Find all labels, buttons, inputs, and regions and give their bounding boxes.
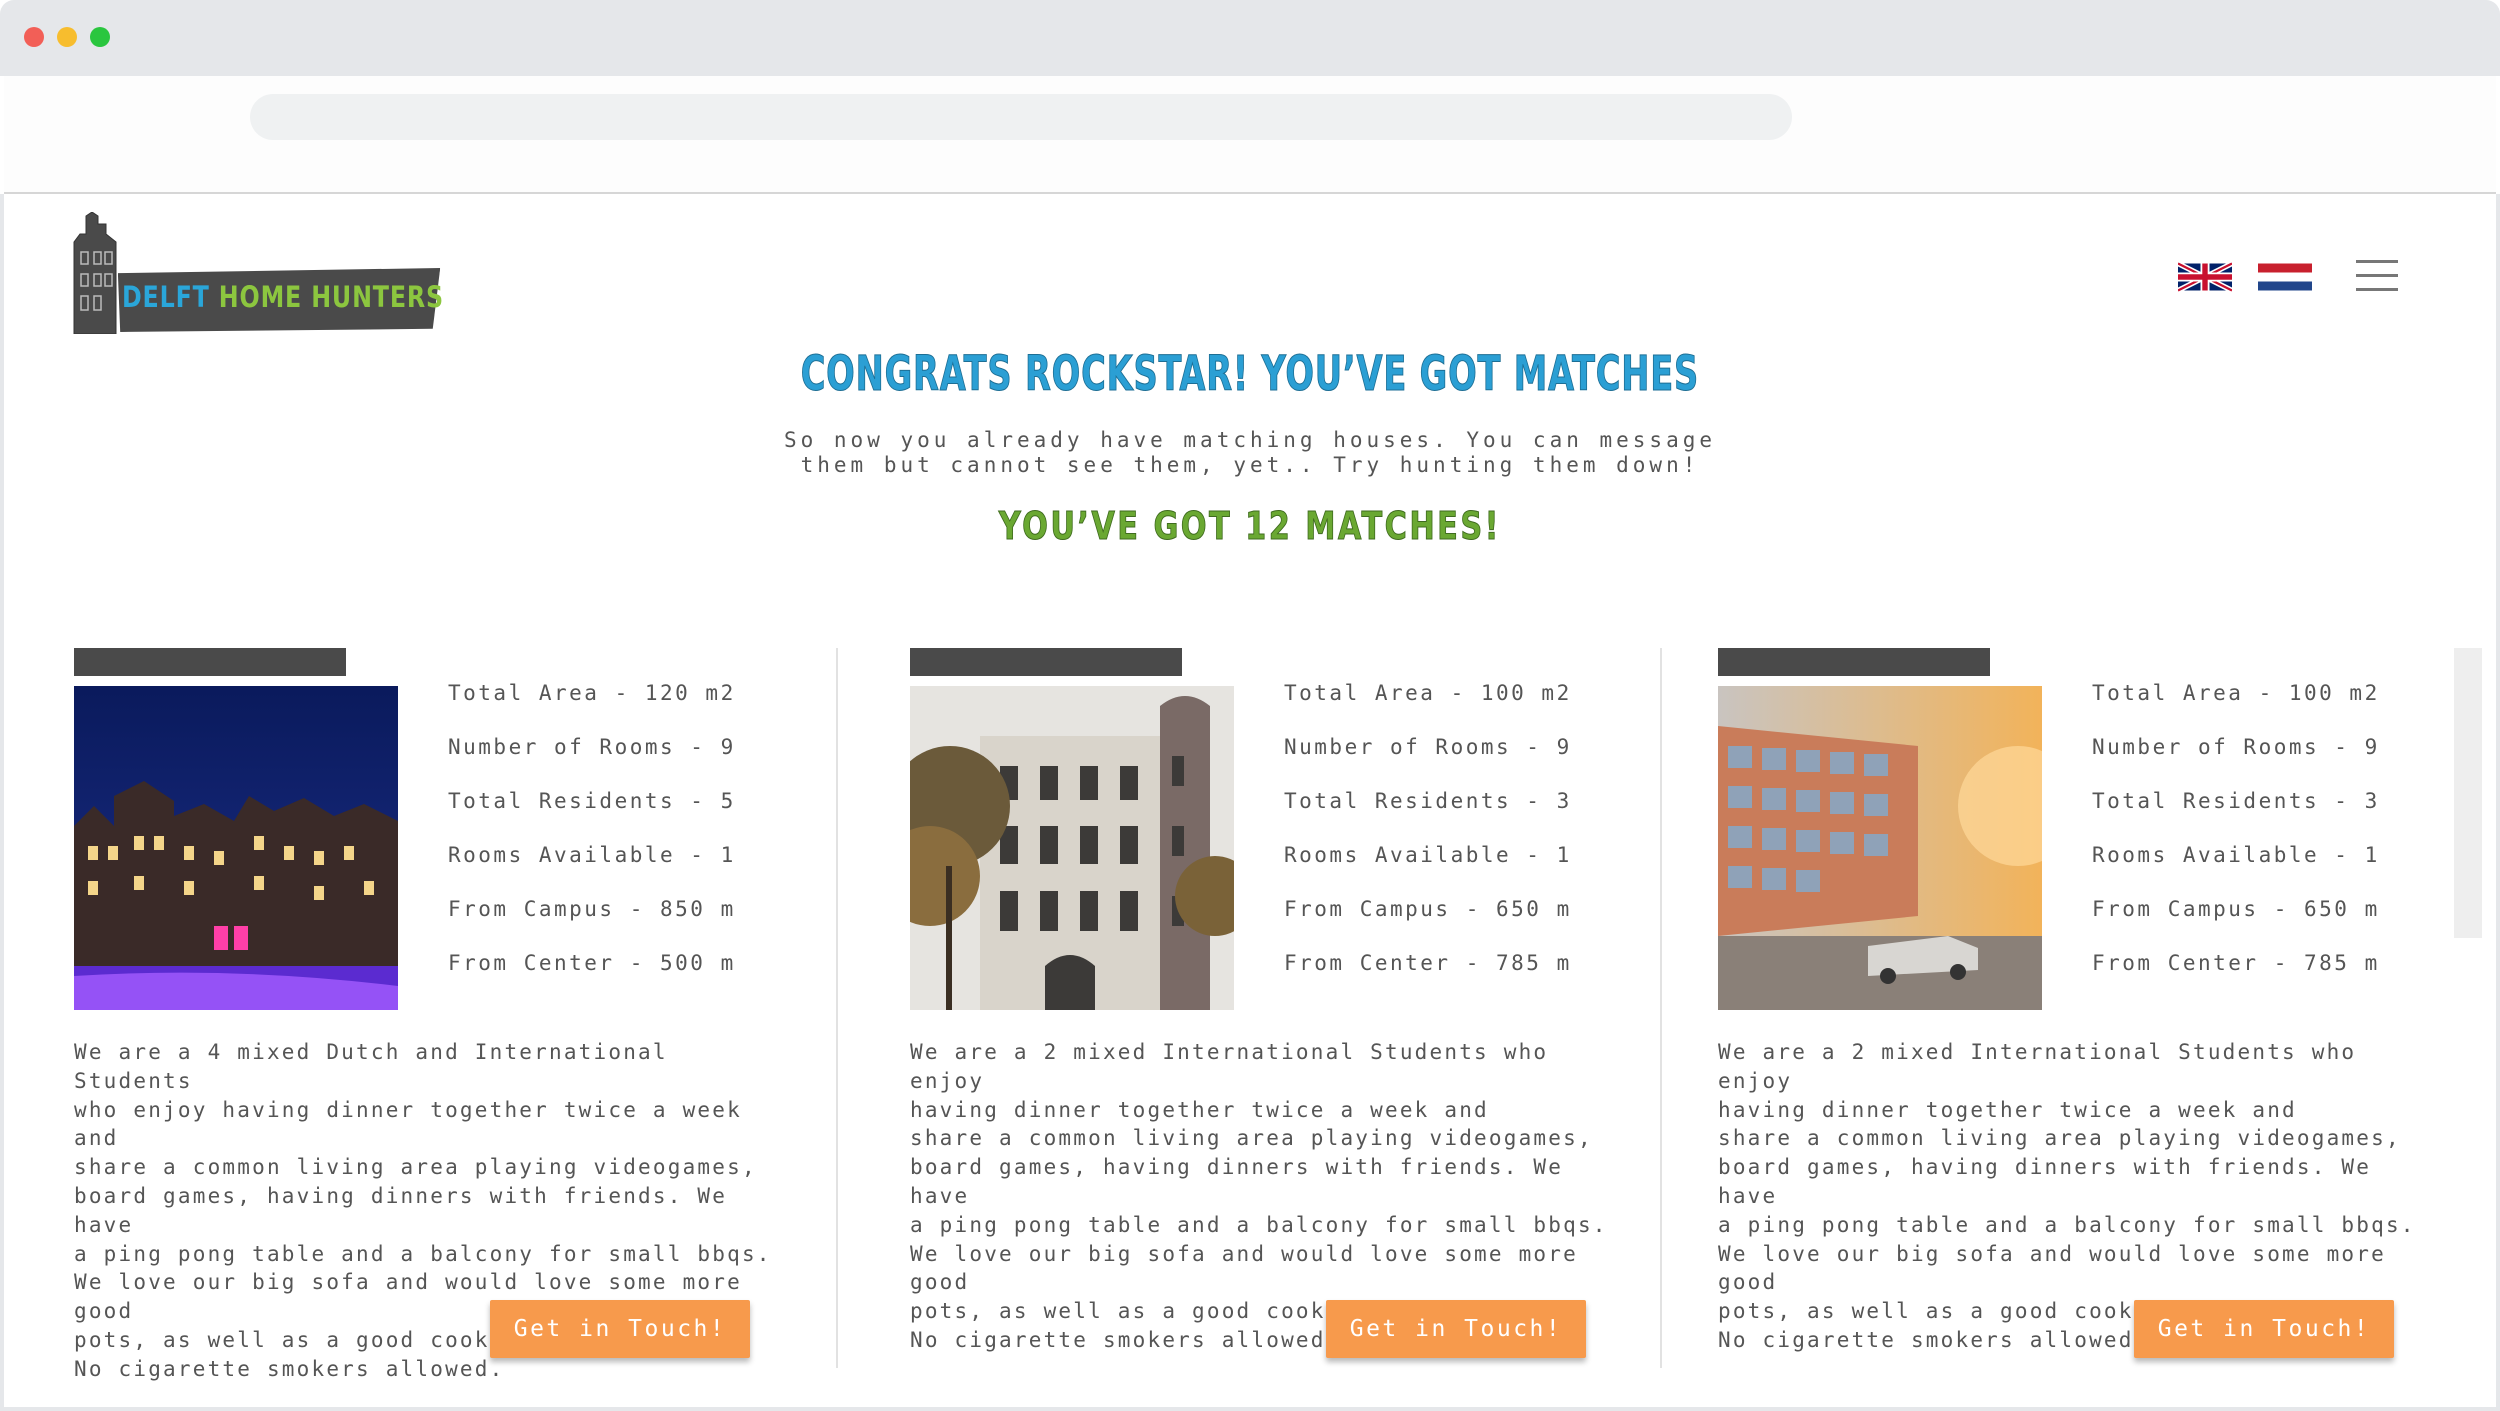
minimize-window-icon[interactable]: [57, 27, 77, 47]
stat-number-of-rooms: Number of Rooms - 9: [2092, 735, 2380, 759]
get-in-touch-button[interactable]: Get in Touch!: [490, 1300, 750, 1358]
scrollbar[interactable]: [2454, 648, 2482, 938]
browser-toolbar: [4, 76, 2496, 194]
house-card: Total Area - 100 m2 Number of Rooms - 9 …: [908, 646, 1668, 1366]
stat-from-center: From Center - 500 m: [448, 951, 736, 975]
logo-text-home-hunters: HOME HUNTERS: [218, 280, 444, 314]
stat-total-area: Total Area - 100 m2: [2092, 681, 2380, 705]
house-stats: Total Area - 120 m2 Number of Rooms - 9 …: [448, 680, 736, 1004]
logo-text: DELFT HOME HUNTERS: [122, 280, 444, 314]
card-divider: [836, 648, 838, 1368]
page-title: CONGRATS ROCKSTAR! YOU’VE GOT MATCHES: [800, 346, 1700, 403]
stat-rooms-available: Rooms Available - 1: [448, 843, 736, 867]
house-photo[interactable]: [910, 686, 1234, 1010]
hamburger-menu-icon[interactable]: [2356, 260, 2398, 292]
house-card: Total Area - 120 m2 Number of Rooms - 9 …: [72, 646, 832, 1381]
browser-titlebar: [0, 0, 2500, 76]
stat-total-residents: Total Residents - 3: [1284, 789, 1572, 813]
house-photo[interactable]: [74, 686, 398, 1010]
house-stats: Total Area - 100 m2 Number of Rooms - 9 …: [1284, 680, 1572, 1004]
stat-total-area: Total Area - 120 m2: [448, 681, 736, 705]
page-subtitle: So now you already have matching houses.…: [783, 428, 1716, 477]
card-header-bar: [74, 648, 346, 676]
card-header-bar: [1718, 648, 1990, 676]
stat-rooms-available: Rooms Available - 1: [2092, 843, 2380, 867]
stat-from-campus: From Campus - 650 m: [2092, 897, 2380, 921]
stat-from-campus: From Campus - 650 m: [1284, 897, 1572, 921]
card-header-bar: [910, 648, 1182, 676]
get-in-touch-button[interactable]: Get in Touch!: [1326, 1300, 1586, 1358]
house-logo-icon: [73, 212, 117, 334]
stat-from-campus: From Campus - 850 m: [448, 897, 736, 921]
stat-total-residents: Total Residents - 5: [448, 789, 736, 813]
stat-from-center: From Center - 785 m: [2092, 951, 2380, 975]
stat-total-area: Total Area - 100 m2: [1284, 681, 1572, 705]
close-window-icon[interactable]: [24, 27, 44, 47]
get-in-touch-button[interactable]: Get in Touch!: [2134, 1300, 2394, 1358]
stat-total-residents: Total Residents - 3: [2092, 789, 2380, 813]
house-card: Total Area - 100 m2 Number of Rooms - 9 …: [1716, 646, 2476, 1366]
house-stats: Total Area - 100 m2 Number of Rooms - 9 …: [2092, 680, 2380, 1004]
address-bar[interactable]: [250, 94, 1792, 140]
stat-rooms-available: Rooms Available - 1: [1284, 843, 1572, 867]
matches-count-heading: YOU’VE GOT 12 MATCHES!: [998, 504, 1502, 549]
stat-number-of-rooms: Number of Rooms - 9: [448, 735, 736, 759]
uk-flag-icon[interactable]: [2178, 262, 2232, 292]
stat-from-center: From Center - 785 m: [1284, 951, 1572, 975]
stat-number-of-rooms: Number of Rooms - 9: [1284, 735, 1572, 759]
site-logo[interactable]: DELFT HOME HUNTERS: [72, 212, 443, 334]
house-photo[interactable]: [1718, 686, 2042, 1010]
netherlands-flag-icon[interactable]: [2258, 262, 2312, 292]
logo-text-delft: DELFT: [122, 280, 210, 314]
card-divider: [1660, 648, 1662, 1368]
maximize-window-icon[interactable]: [90, 27, 110, 47]
